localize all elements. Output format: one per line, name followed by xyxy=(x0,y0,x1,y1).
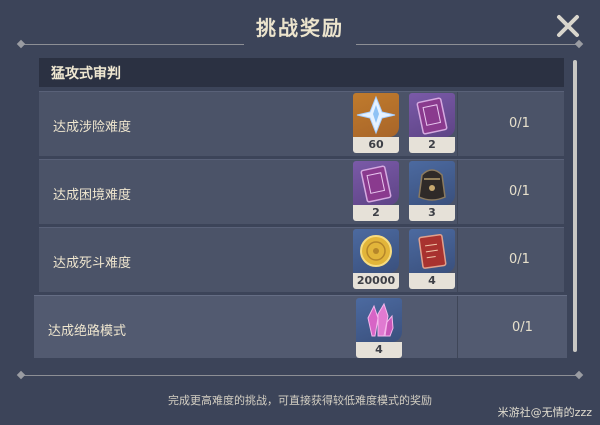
column-divider xyxy=(457,228,458,292)
row-label: 达成涉险难度 xyxy=(53,120,132,135)
row-progress: 0/1 xyxy=(509,184,530,199)
section-title: 猛攻式审判 xyxy=(51,66,121,82)
reward-count: 4 xyxy=(356,342,402,358)
reward-row: 达成涉险难度 0/1 xyxy=(39,91,564,156)
reward-count: 3 xyxy=(409,205,455,221)
reward-count: 2 xyxy=(409,137,455,153)
mora-coin-icon xyxy=(353,229,399,273)
top-frame-line-right xyxy=(356,44,582,45)
bottom-frame-line xyxy=(18,375,582,376)
frame-ornament xyxy=(574,370,584,380)
reward-count: 60 xyxy=(353,137,399,153)
column-divider xyxy=(457,160,458,224)
row-progress: 0/1 xyxy=(509,252,530,267)
reward-item[interactable]: 2 xyxy=(353,161,399,221)
purple-book-icon xyxy=(353,161,399,205)
reward-item[interactable]: 20000 xyxy=(353,229,399,289)
row-label: 达成绝路模式 xyxy=(48,324,127,339)
dark-pouch-icon xyxy=(409,161,455,205)
row-label: 达成困境难度 xyxy=(53,188,132,203)
row-progress: 0/1 xyxy=(509,116,530,131)
reward-item[interactable]: 3 xyxy=(409,161,455,221)
purple-book-icon xyxy=(409,93,455,137)
red-book-icon xyxy=(409,229,455,273)
primogem-icon xyxy=(353,93,399,137)
row-progress: 0/1 xyxy=(512,320,533,335)
reward-item[interactable]: 4 xyxy=(409,229,455,289)
reward-row: 达成死斗难度 0/1 xyxy=(39,227,564,292)
frame-ornament xyxy=(16,370,26,380)
scrollbar[interactable] xyxy=(573,60,577,352)
watermark: 米游社@无情的zzz xyxy=(497,406,592,419)
close-button[interactable] xyxy=(556,14,580,38)
reward-count: 4 xyxy=(409,273,455,289)
column-divider xyxy=(457,296,458,358)
row-label: 达成死斗难度 xyxy=(53,256,132,271)
column-divider xyxy=(457,92,458,156)
frame-ornament xyxy=(16,39,26,49)
frame-ornament xyxy=(574,39,584,49)
top-frame-line-left xyxy=(18,44,244,45)
close-icon xyxy=(557,15,579,37)
reward-count: 2 xyxy=(353,205,399,221)
dialog-title: 挑战奖励 xyxy=(256,16,344,40)
reward-count: 20000 xyxy=(353,273,399,289)
reward-item[interactable]: 4 xyxy=(356,298,402,358)
reward-row: 达成绝路模式 0/1 xyxy=(34,295,567,358)
pink-crystal-icon xyxy=(356,298,402,342)
reward-item[interactable]: 60 xyxy=(353,93,399,153)
reward-row: 达成困境难度 0/1 xyxy=(39,159,564,224)
reward-item[interactable]: 2 xyxy=(409,93,455,153)
